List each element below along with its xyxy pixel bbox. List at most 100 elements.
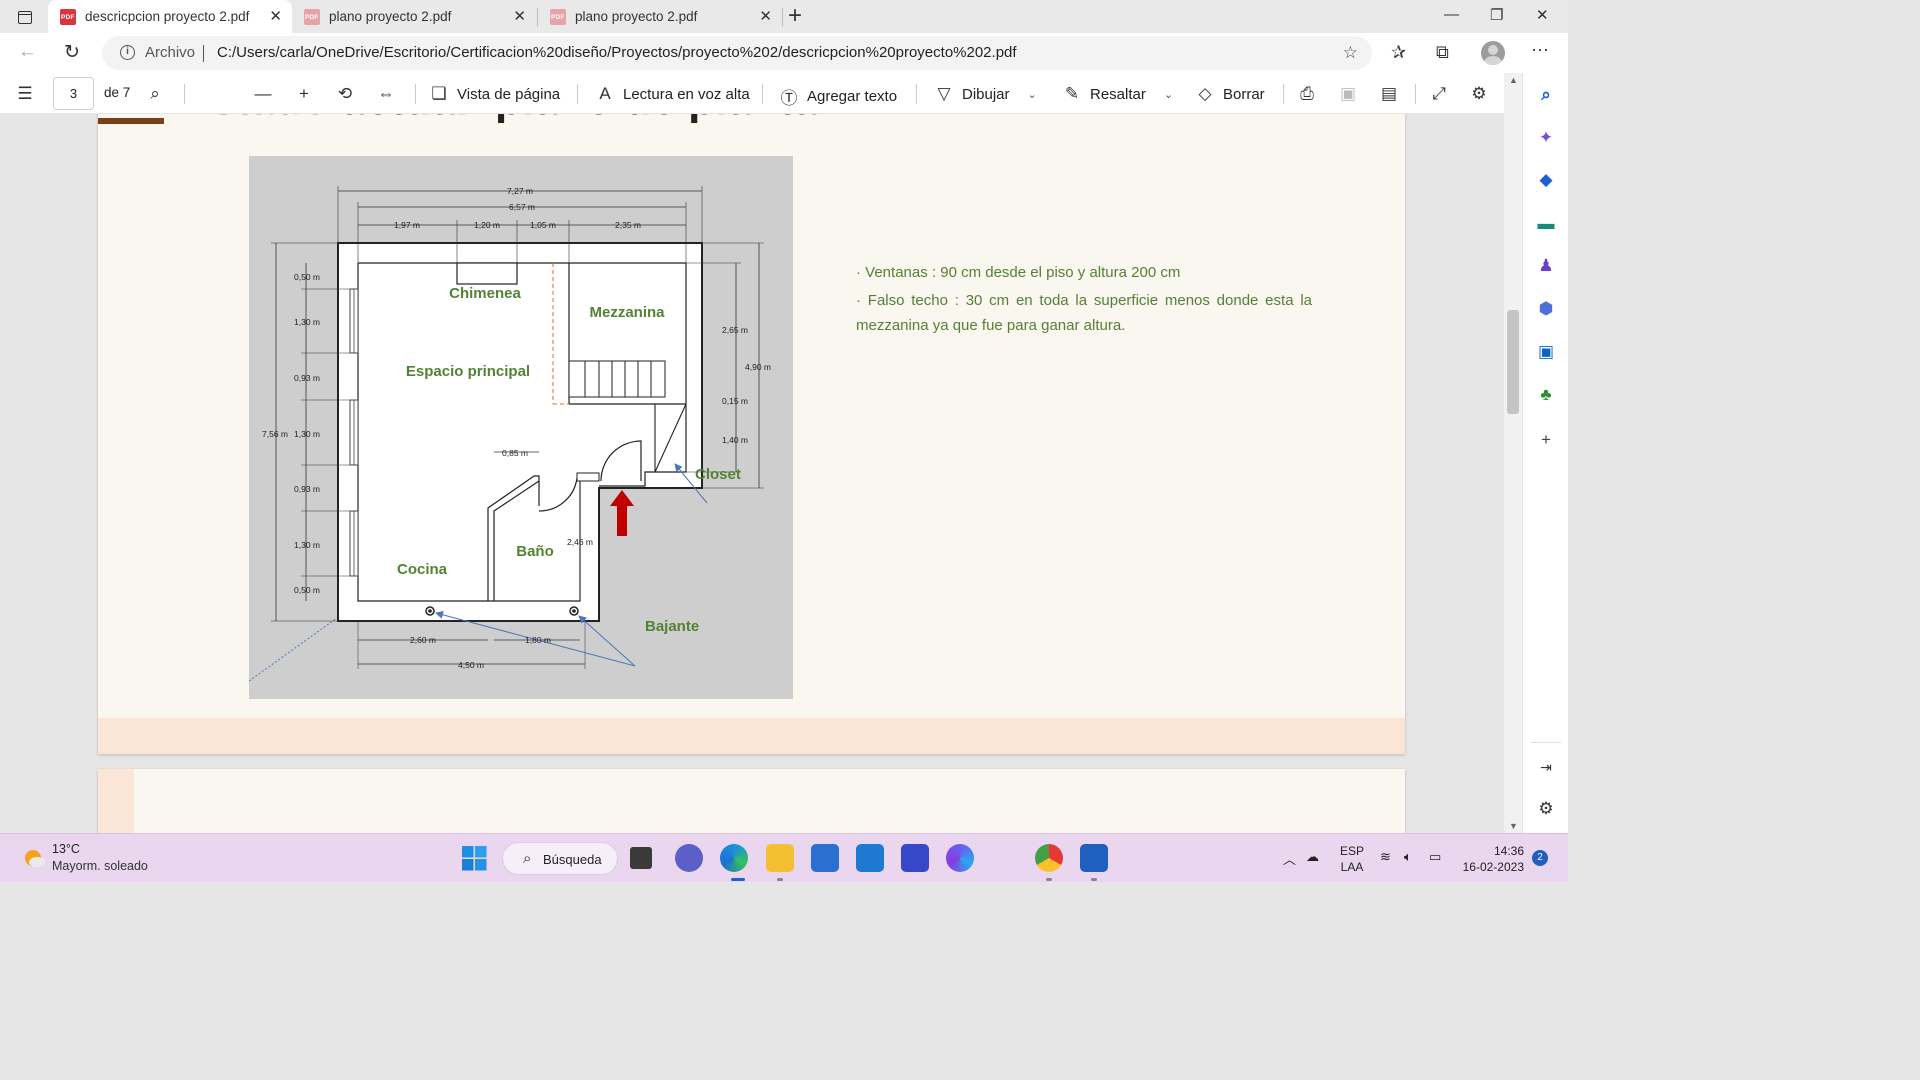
scroll-up-icon[interactable]: ▲: [1509, 75, 1518, 85]
add-text-button[interactable]: Ⓣ Agregar texto: [780, 84, 898, 109]
pdf-toolbar: ☰ 3 de 7 ⌕ — + ⟲ ⇔ ❏ Vista de página A Lec…: [0, 73, 1522, 114]
close-window-icon[interactable]: ✕: [1536, 6, 1549, 24]
copilot-taskbar-icon[interactable]: [946, 844, 974, 872]
profile-avatar[interactable]: [1481, 41, 1505, 65]
show-hidden-icons-icon[interactable]: ︿: [1283, 849, 1296, 868]
clock[interactable]: 14:36 16-02-2023: [1460, 843, 1524, 875]
contents-icon[interactable]: ☰: [16, 84, 43, 104]
app-icon[interactable]: [901, 844, 929, 872]
edge-sidebar: ⌕ ✦ ◆ ▬ ♟ ⬢ ▣ ♣ + ⇥ ⚙: [1522, 73, 1568, 833]
more-icon[interactable]: ···: [1531, 39, 1549, 60]
print-icon[interactable]: ⎙: [1298, 84, 1325, 104]
url-input[interactable]: i Archivo C:/Users/carla/OneDrive/Escrit…: [102, 36, 1372, 70]
close-tab-icon[interactable]: ✕: [269, 9, 282, 24]
search-icon: ⌕: [523, 850, 532, 867]
dim-label: 2,60 m: [410, 635, 436, 645]
tools-icon[interactable]: ▬: [1536, 214, 1556, 234]
weather-sun-icon[interactable]: [22, 846, 46, 870]
drop-icon[interactable]: ♣: [1536, 385, 1556, 405]
tab-descripcion[interactable]: PDF descricpcion proyecto 2.pdf ✕: [48, 0, 292, 33]
fullscreen-icon[interactable]: ⤢: [1430, 84, 1457, 104]
scroll-thumb[interactable]: [1507, 310, 1519, 414]
shopping-icon[interactable]: ◆: [1536, 170, 1556, 190]
dim-label: 0,50 m: [294, 272, 320, 282]
notification-badge[interactable]: 2: [1532, 850, 1548, 866]
microsoft365-icon[interactable]: ⬢: [1536, 299, 1556, 319]
search-icon[interactable]: ⌕: [1536, 85, 1556, 105]
restore-icon[interactable]: ❐: [1490, 6, 1503, 24]
save-icon[interactable]: ▣: [1339, 84, 1366, 104]
dim-label: 7,56 m: [262, 429, 288, 439]
pdf-viewer[interactable]: Estado actual: plano de planta: [0, 114, 1504, 833]
store-icon[interactable]: [811, 844, 839, 872]
find-icon[interactable]: ⌕: [146, 84, 173, 104]
new-tab-icon[interactable]: +: [788, 4, 802, 28]
games-icon[interactable]: ♟: [1536, 256, 1556, 276]
save-as-icon[interactable]: ▤: [1380, 84, 1407, 104]
add-icon[interactable]: +: [1536, 430, 1556, 450]
word-icon[interactable]: [1080, 844, 1108, 872]
url-text[interactable]: C:/Users/carla/OneDrive/Escritorio/Certi…: [217, 44, 1017, 61]
dim-label: 0,93 m: [294, 373, 320, 383]
draw-button[interactable]: ▽ Dibujar ⌄: [935, 84, 1037, 104]
highlight-icon: ✎: [1064, 84, 1080, 103]
taskbar-search[interactable]: ⌕ Búsqueda: [502, 842, 618, 875]
room-label: Cocina: [397, 561, 448, 578]
draw-icon: ▽: [937, 84, 951, 103]
pdf-file-icon: PDF: [60, 8, 76, 25]
chevron-down-icon: ⌄: [1027, 88, 1037, 101]
onedrive-icon[interactable]: ☁: [1306, 849, 1319, 865]
scroll-down-icon[interactable]: ▼: [1509, 821, 1518, 831]
chrome-icon[interactable]: [1035, 844, 1063, 872]
settings-icon[interactable]: ⚙: [1470, 84, 1497, 104]
tab-plano-1[interactable]: PDF plano proyecto 2.pdf ✕: [292, 0, 536, 33]
refresh-icon[interactable]: ↻: [64, 41, 80, 64]
room-label: Chimenea: [449, 285, 521, 302]
vertical-scrollbar[interactable]: ▲ ▼: [1504, 73, 1522, 833]
zoom-out-icon[interactable]: —: [254, 84, 281, 104]
note-falso-techo: · Falso techo : 30 cm en toda la superfi…: [856, 292, 1312, 334]
close-tab-icon[interactable]: ✕: [513, 9, 526, 24]
dim-label: 2,46 m: [567, 537, 593, 547]
tab-plano-2[interactable]: PDF plano proyecto 2.pdf ✕: [538, 0, 782, 33]
address-bar: ← ↻ i Archivo C:/Users/carla/OneDrive/Es…: [0, 33, 1568, 73]
weather-temperature[interactable]: 13°C: [52, 842, 80, 856]
add-favorite-icon[interactable]: ☆: [1343, 43, 1358, 63]
volume-icon[interactable]: 🔈︎: [1404, 849, 1412, 865]
edge-browser-icon[interactable]: [720, 844, 748, 872]
favorites-icon[interactable]: ✰: [1391, 42, 1406, 63]
windows-start-icon[interactable]: [462, 846, 487, 871]
tab-actions-icon[interactable]: [12, 7, 38, 27]
outlook-icon[interactable]: ▣: [1536, 342, 1556, 362]
language-indicator[interactable]: ESP LAA: [1340, 843, 1364, 875]
teams-chat-icon[interactable]: [675, 844, 703, 872]
scheme-label: Archivo: [145, 44, 196, 61]
sidebar-toggle-icon[interactable]: ⇥: [1536, 757, 1556, 777]
rotate-icon[interactable]: ⟲: [336, 84, 363, 104]
task-view-icon[interactable]: [630, 847, 652, 869]
minimize-icon[interactable]: —: [1444, 6, 1459, 23]
battery-icon[interactable]: ▭: [1429, 849, 1441, 865]
info-icon[interactable]: i: [120, 45, 135, 60]
erase-button[interactable]: ◇ Borrar: [1196, 84, 1264, 104]
file-explorer-icon[interactable]: [766, 844, 794, 872]
collections-icon[interactable]: ⧉: [1436, 42, 1449, 63]
read-aloud-button[interactable]: A Lectura en voz alta: [596, 84, 749, 104]
dim-label: 0,85 m: [502, 448, 528, 458]
pdf-file-icon: PDF: [304, 8, 320, 25]
back-icon[interactable]: ←: [18, 41, 37, 63]
highlight-button[interactable]: ✎ Resaltar ⌄: [1063, 84, 1173, 104]
page-view-button[interactable]: ❏ Vista de página: [430, 84, 560, 104]
close-tab-icon[interactable]: ✕: [759, 9, 772, 24]
zoom-in-icon[interactable]: +: [295, 84, 322, 104]
sidebar-settings-icon[interactable]: ⚙: [1536, 799, 1556, 819]
page-number-input[interactable]: 3: [53, 77, 94, 110]
dim-label: 2,35 m: [615, 220, 641, 230]
wifi-icon[interactable]: ≋: [1380, 849, 1391, 865]
copilot-icon[interactable]: ✦: [1536, 128, 1556, 148]
mail-icon[interactable]: [856, 844, 884, 872]
weather-description[interactable]: Mayorm. soleado: [52, 859, 148, 873]
read-aloud-icon: A: [599, 84, 611, 103]
fit-width-icon[interactable]: ⇔: [377, 84, 404, 104]
dim-label: 4,50 m: [458, 660, 484, 670]
